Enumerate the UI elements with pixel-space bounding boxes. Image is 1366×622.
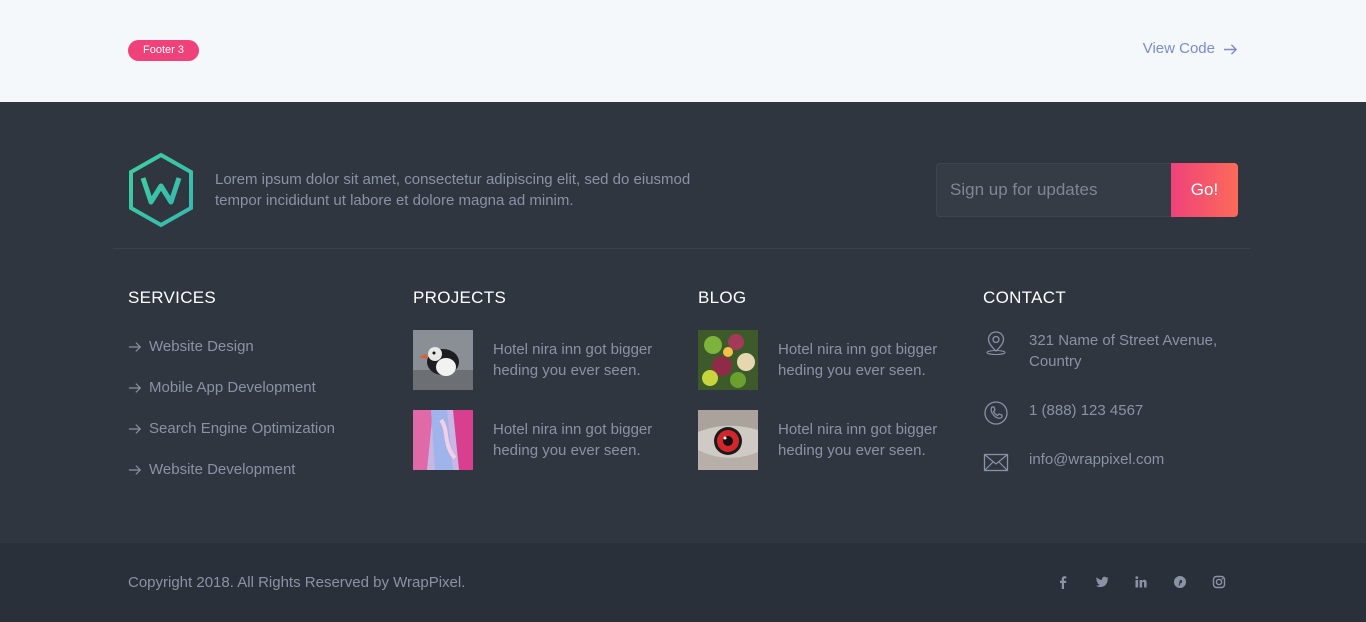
service-link[interactable]: Website Design: [128, 326, 398, 367]
arrow-right-icon: [128, 464, 142, 475]
bottom-bar: Copyright 2018. All Rights Reserved by W…: [0, 543, 1366, 622]
contact-email[interactable]: info@wrappixel.com: [983, 449, 1229, 475]
service-label: Website Design: [149, 338, 254, 355]
services-column: SERVICES Website Design Mobile App Devel…: [128, 288, 398, 490]
service-label: Mobile App Development: [149, 379, 316, 396]
contact-title: CONTACT: [983, 288, 1066, 307]
about-text: Lorem ipsum dolor sit amet, consectetur …: [215, 171, 691, 209]
service-link[interactable]: Mobile App Development: [128, 367, 398, 408]
blog-text: Hotel nira inn got bigger heding you eve…: [778, 341, 938, 379]
arrow-right-icon: [1223, 43, 1238, 55]
social-links: [1056, 575, 1226, 589]
arrow-right-icon: [128, 341, 142, 352]
pinterest-icon[interactable]: [1173, 575, 1187, 589]
contact-address-text: 321 Name of Street Avenue, Country: [1029, 332, 1218, 370]
service-link[interactable]: Website Development: [128, 449, 398, 490]
map-pin-icon: [986, 331, 1006, 356]
blog-item[interactable]: Hotel nira inn got bigger heding you eve…: [698, 330, 968, 390]
services-title: SERVICES: [128, 288, 217, 307]
footer-badge: Footer 3: [128, 40, 199, 61]
view-code-link[interactable]: View Code: [1143, 39, 1238, 59]
linkedin-icon[interactable]: [1134, 575, 1148, 589]
service-link[interactable]: Search Engine Optimization: [128, 408, 398, 449]
phone-icon: [984, 401, 1008, 425]
project-item[interactable]: Hotel nira inn got bigger heding you eve…: [413, 330, 683, 390]
projects-title: PROJECTS: [413, 288, 507, 307]
divider: [113, 248, 1251, 249]
owl-eye-thumbnail[interactable]: [698, 410, 758, 470]
service-label: Search Engine Optimization: [149, 420, 335, 437]
project-text: Hotel nira inn got bigger heding you eve…: [493, 341, 653, 379]
contact-column: CONTACT 321 Name of Street Avenue, Count…: [983, 288, 1253, 488]
signup-go-button[interactable]: Go!: [1171, 163, 1238, 217]
copyright-text: Copyright 2018. All Rights Reserved by W…: [128, 574, 466, 591]
puffin-thumbnail[interactable]: [413, 330, 473, 390]
blog-title: BLOG: [698, 288, 747, 307]
wrappixel-logo: [129, 152, 193, 228]
arrow-right-icon: [128, 382, 142, 393]
signup-form: Go!: [936, 163, 1238, 217]
service-label: Website Development: [149, 461, 296, 478]
abstract-paint-thumbnail[interactable]: [413, 410, 473, 470]
facebook-icon[interactable]: [1056, 575, 1070, 589]
salad-thumbnail[interactable]: [698, 330, 758, 390]
instagram-icon[interactable]: [1212, 575, 1226, 589]
twitter-icon[interactable]: [1095, 575, 1109, 589]
contact-phone-text: 1 (888) 123 4567: [1029, 402, 1144, 419]
projects-column: PROJECTS Hotel nira inn got bigger hedin…: [413, 288, 683, 470]
contact-address: 321 Name of Street Avenue, Country: [983, 330, 1229, 372]
signup-email-input[interactable]: [936, 163, 1171, 217]
blog-text: Hotel nira inn got bigger heding you eve…: [778, 421, 938, 459]
blog-item[interactable]: Hotel nira inn got bigger heding you eve…: [698, 410, 968, 470]
envelope-icon: [983, 453, 1009, 472]
footer: Lorem ipsum dolor sit amet, consectetur …: [0, 102, 1366, 543]
arrow-right-icon: [128, 423, 142, 434]
contact-phone[interactable]: 1 (888) 123 4567: [983, 400, 1229, 426]
project-text: Hotel nira inn got bigger heding you eve…: [493, 421, 653, 459]
top-bar: Footer 3 View Code: [0, 0, 1366, 102]
blog-column: BLOG Hotel nira inn got bigger heding yo…: [698, 288, 968, 470]
view-code-label: View Code: [1142, 40, 1215, 57]
project-item[interactable]: Hotel nira inn got bigger heding you eve…: [413, 410, 683, 470]
contact-email-text: info@wrappixel.com: [1029, 451, 1165, 468]
